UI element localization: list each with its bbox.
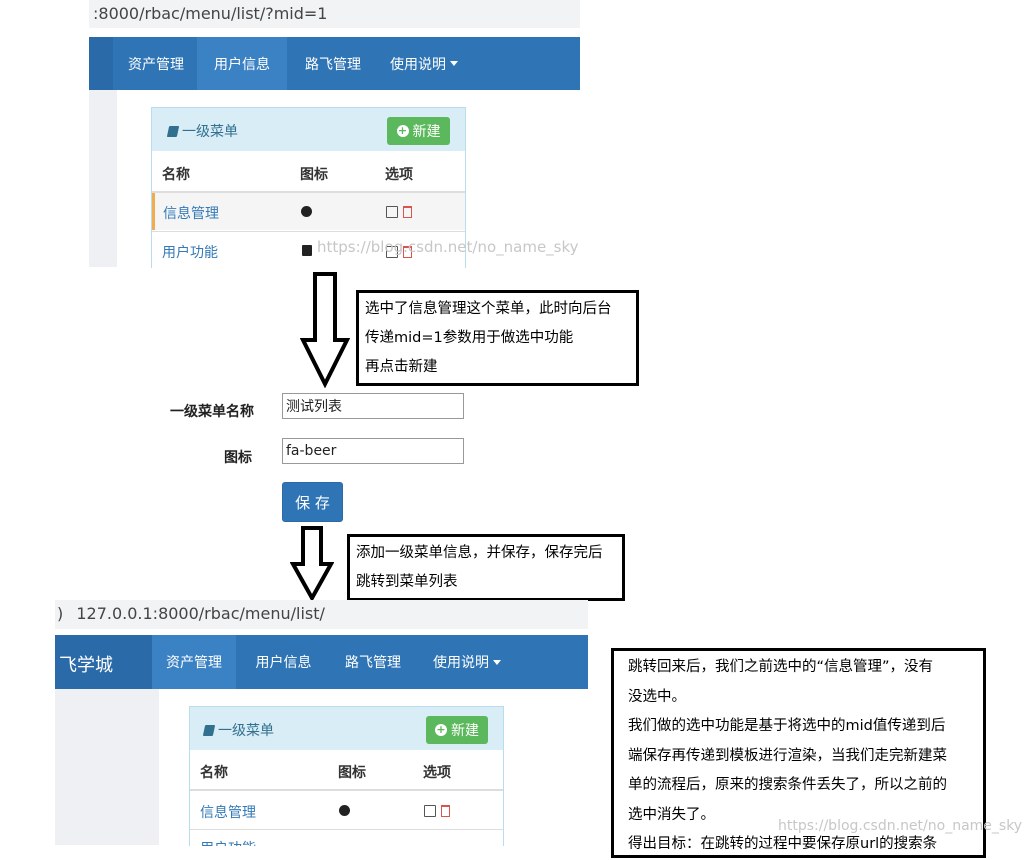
new-button[interactable]: + 新建 — [426, 716, 488, 744]
top-navbar: 资产管理 用户信息 路飞管理 使用说明 — [89, 37, 580, 90]
caret-down-icon — [493, 659, 501, 665]
icon-label: 图标 — [224, 450, 252, 466]
sidebar-bottom — [55, 689, 159, 845]
brand-title: 飞学城 — [59, 655, 113, 676]
menu-link-info[interactable]: 信息管理 — [200, 802, 256, 822]
address-bar-bottom[interactable]: ) 127.0.0.1:8000/rbac/menu/list/ — [55, 600, 588, 629]
menu-panel-bottom: 一级菜单 + 新建 名称 图标 选项 信息管理 用户功能 — [189, 706, 504, 846]
save-button[interactable]: 保 存 — [282, 482, 343, 522]
col-header-name: 名称 — [200, 765, 228, 781]
book-icon — [202, 724, 216, 736]
address-bar-top[interactable]: :8000/rbac/menu/list/?mid=1 — [89, 0, 580, 28]
user-icon — [302, 245, 312, 256]
new-button[interactable]: + 新建 — [387, 117, 450, 145]
url-text: 127.0.0.1:8000/rbac/menu/list/ — [76, 604, 325, 623]
menu-link-user[interactable]: 用户功能 — [162, 242, 218, 262]
circle-icon — [339, 805, 350, 816]
edit-icon[interactable] — [424, 805, 436, 817]
menu-name-label: 一级菜单名称 — [170, 404, 254, 420]
menu-name-input[interactable] — [282, 393, 464, 419]
col-header-icon: 图标 — [338, 765, 366, 781]
url-prefix: ) — [57, 604, 64, 623]
nav-item-assets[interactable]: 资产管理 — [115, 37, 197, 90]
row-divider — [190, 829, 503, 830]
panel-title: 一级菜单 — [218, 723, 274, 739]
watermark: https://blog.csdn.net/no_name_sky — [317, 238, 579, 256]
nav-item-help[interactable]: 使用说明 — [415, 635, 519, 689]
col-header-options: 选项 — [423, 765, 451, 781]
circle-icon — [301, 206, 312, 217]
panel-heading: 一级菜单 + 新建 — [152, 108, 465, 151]
col-header-icon: 图标 — [300, 167, 328, 183]
panel-title: 一级菜单 — [182, 124, 238, 140]
down-arrow-icon — [290, 526, 334, 602]
nav-item-assets[interactable]: 资产管理 — [152, 635, 236, 689]
url-text: :8000/rbac/menu/list/?mid=1 — [93, 4, 328, 23]
annotation-note-1: 选中了信息管理这个菜单，此时向后台 传递mid=1参数用于做选中功能 再点击新建 — [356, 290, 639, 386]
row-divider — [152, 231, 465, 232]
trash-icon[interactable] — [441, 805, 450, 817]
icon-input[interactable] — [282, 438, 464, 464]
panel-heading: 一级菜单 + 新建 — [190, 707, 503, 750]
plus-circle-icon: + — [435, 723, 447, 736]
nav-item-lufei[interactable]: 路飞管理 — [287, 37, 379, 90]
caret-down-icon — [450, 61, 458, 66]
nav-item-users[interactable]: 用户信息 — [197, 37, 287, 90]
book-icon — [166, 125, 180, 137]
plus-circle-icon: + — [396, 124, 409, 137]
bottom-navbar: 飞学城 资产管理 用户信息 路飞管理 使用说明 — [55, 635, 588, 689]
col-header-name: 名称 — [162, 167, 190, 183]
col-header-options: 选项 — [385, 167, 413, 183]
edit-icon[interactable] — [386, 206, 398, 218]
trash-icon[interactable] — [403, 206, 412, 218]
menu-link-info[interactable]: 信息管理 — [163, 203, 219, 223]
nav-item-lufei[interactable]: 路飞管理 — [331, 635, 415, 689]
nav-item-help[interactable]: 使用说明 — [379, 37, 469, 90]
header-divider — [190, 789, 503, 791]
watermark: https://blog.csdn.net/no_name_sky — [778, 818, 1023, 834]
brand-area — [89, 37, 113, 90]
sidebar-top — [89, 90, 117, 267]
annotation-note-2: 添加一级菜单信息，并保存，保存完后 跳转到菜单列表 — [347, 534, 625, 601]
nav-item-users[interactable]: 用户信息 — [236, 635, 331, 689]
down-arrow-icon — [300, 272, 350, 388]
